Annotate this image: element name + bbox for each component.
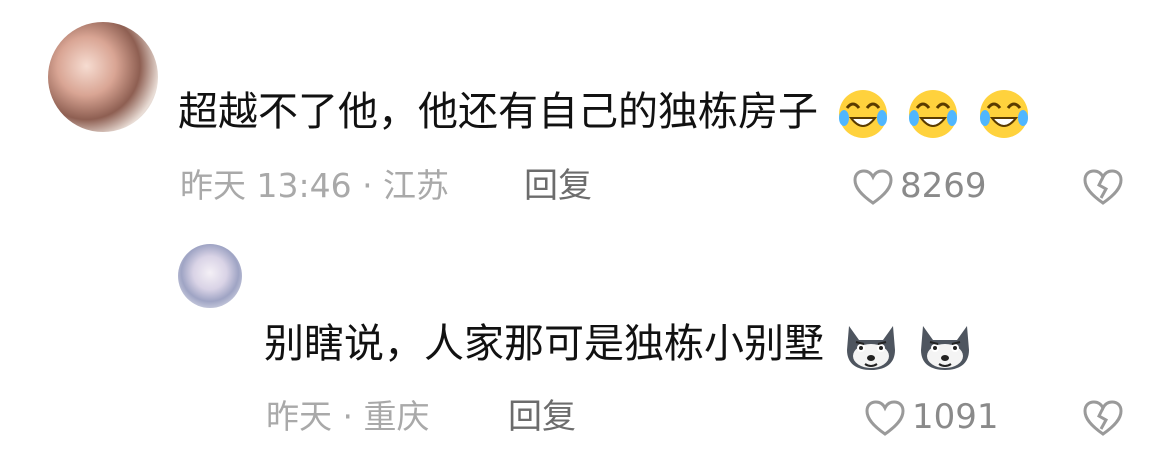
doge-emoji [846,326,895,370]
comment-1-meta: 昨天 13:46 · 江苏 [180,166,450,205]
comment-1-like-count: 8269 [900,166,987,206]
comment-2-meta: 昨天 · 重庆 [266,397,430,436]
doge-emoji [921,326,970,370]
laugh-cry-emoji [980,90,1029,138]
comment-2-heart-icon[interactable] [864,399,906,437]
comment-1-avatar[interactable] [48,22,158,132]
comment-1-text: 超越不了他，他还有自己的独栋房子 [178,89,818,135]
comment-2-avatar[interactable] [178,244,242,308]
comment-2-like-count: 1091 [912,397,999,437]
comment-2-text: 别瞎说，人家那可是独栋小别墅 [264,321,824,367]
comment-1-heart-icon[interactable] [852,168,894,206]
comment-2-dislike-icon[interactable] [1082,399,1124,437]
comment-1-dislike-icon[interactable] [1082,168,1124,206]
comment-1-body: 超越不了他，他还有自己的独栋房子 [178,86,1030,140]
laugh-cry-emoji [909,90,958,138]
laugh-cry-emoji [838,90,887,138]
comment-1-reply-button[interactable]: 回复 [524,166,592,206]
comment-2-reply-button[interactable]: 回复 [508,397,576,437]
comment-2-body: 别瞎说，人家那可是独栋小别墅 [264,318,973,372]
